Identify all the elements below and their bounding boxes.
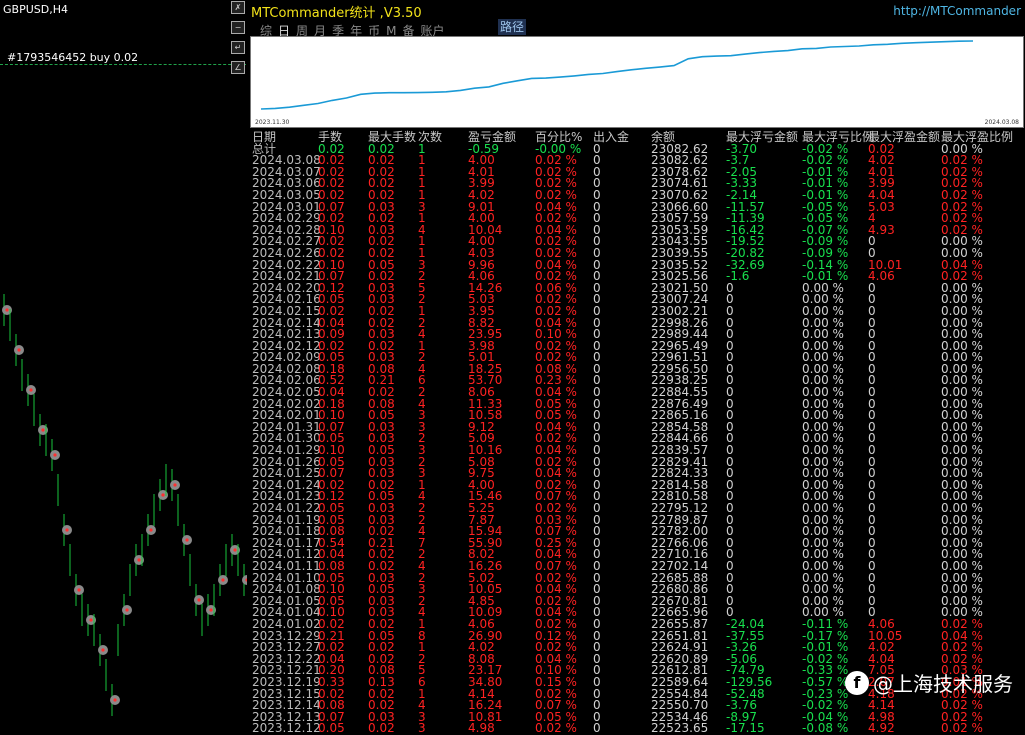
equity-curve-svg	[260, 40, 974, 110]
return-icon[interactable]: ↵	[231, 41, 245, 54]
trade-marker-dot	[149, 528, 153, 532]
order-label: #1793546452 buy 0.02	[7, 51, 139, 64]
trade-marker-dot	[197, 598, 201, 602]
trade-marker-dot	[89, 618, 93, 622]
table-cell: 4.92	[868, 721, 895, 735]
trade-marker-dot	[17, 348, 21, 352]
minus-icon[interactable]: −	[231, 21, 245, 34]
candlestick-area	[2, 294, 247, 716]
trade-marker-dot	[233, 548, 237, 552]
equity-curve-chart: 2023.11.30 2024.03.08	[250, 36, 1024, 128]
table-cell: 2023.12.12	[252, 721, 321, 735]
trade-marker-dot	[173, 483, 177, 487]
table-cell: 0.02	[368, 721, 395, 735]
chart-button-column: ✗ − ↵ ∠	[230, 0, 246, 81]
trade-marker-dot	[29, 388, 33, 392]
panel-url-link[interactable]: http://MTCommander	[893, 4, 1021, 18]
trade-marker-dot	[113, 698, 117, 702]
watermark-text: @上海技术服务	[873, 672, 1013, 696]
table-cell: 0.02 %	[535, 721, 577, 735]
trade-marker-dot	[209, 608, 213, 612]
angle-icon[interactable]: ∠	[231, 61, 245, 74]
trade-marker-dot	[101, 648, 105, 652]
table-cell: 3	[418, 721, 426, 735]
equity-start-date: 2023.11.30	[255, 119, 290, 126]
table-cell: 4.98	[468, 721, 495, 735]
table-cell: 0.02 %	[941, 721, 983, 735]
table-cell: -0.08 %	[802, 721, 849, 735]
equity-end-date: 2024.03.08	[984, 119, 1019, 126]
trade-marker-dot	[221, 578, 225, 582]
price-chart[interactable]: GBPUSD,H4 #1793546452 buy 0.02 ✗ − ↵ ∠	[0, 0, 249, 735]
trade-marker-dot	[125, 608, 129, 612]
table-cell: 0.05	[318, 721, 345, 735]
trade-marker-dot	[77, 588, 81, 592]
close-icon[interactable]: ✗	[231, 1, 245, 14]
equity-line	[260, 40, 974, 110]
trade-marker-dot	[53, 453, 57, 457]
trade-marker-dot	[5, 308, 9, 312]
trade-marker-dot	[41, 428, 45, 432]
weibo-logo-icon: f	[845, 670, 869, 695]
panel-title: MTCommander统计 ,V3.50	[251, 6, 422, 21]
table-cell: 0	[593, 721, 601, 735]
route-button[interactable]: 路径	[498, 19, 526, 35]
chart-symbol-title: GBPUSD,H4	[3, 3, 68, 16]
table-cell: 22523.65	[651, 721, 709, 735]
table-cell: -17.15	[726, 721, 765, 735]
trade-marker-dot	[185, 538, 189, 542]
trade-marker-dot	[161, 493, 165, 497]
trade-marker-dot	[137, 558, 141, 562]
stats-panel: MTCommander统计 ,V3.50 http://MTCommander …	[248, 0, 1025, 735]
trade-marker-dot	[65, 528, 69, 532]
period-tabs: 综日周月季年币 M 备账户	[260, 20, 451, 38]
order-level-line	[0, 64, 246, 65]
watermark: f @上海技术服务	[845, 668, 1013, 697]
